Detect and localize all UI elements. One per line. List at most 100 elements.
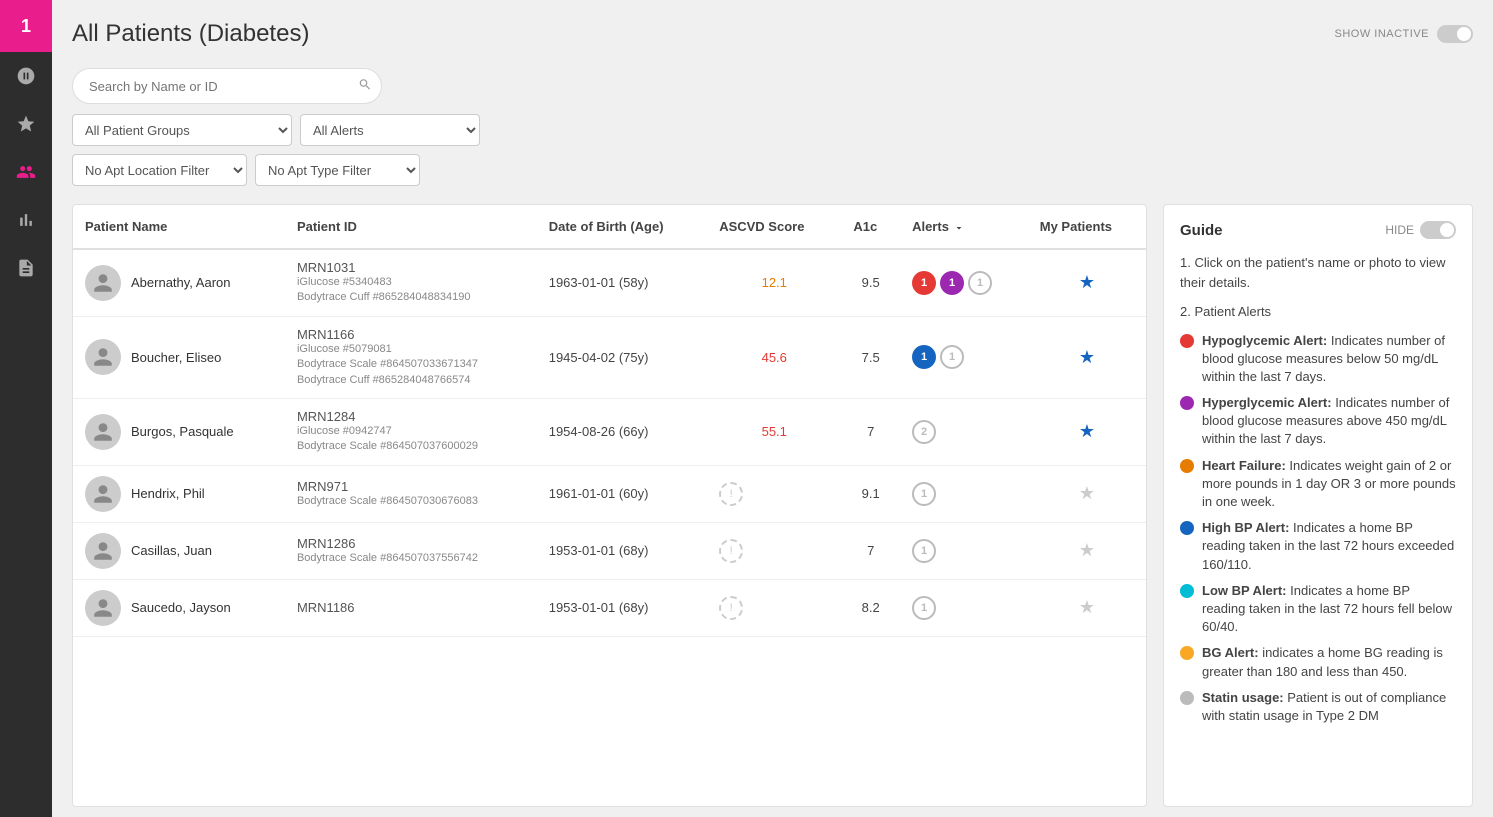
my-patients-star-empty[interactable]: ★	[1079, 540, 1095, 560]
search-box	[72, 68, 382, 104]
alert-badge-gray: 1	[940, 345, 964, 369]
alert-badge-gray-num: 1	[912, 596, 936, 620]
search-input[interactable]	[72, 68, 382, 104]
alert-legend: Hypoglycemic Alert: Indicates number of …	[1180, 332, 1456, 726]
sidebar-icon-dashboard[interactable]	[0, 52, 52, 100]
hide-toggle-area: HIDE	[1385, 221, 1456, 239]
table-row[interactable]: Saucedo, Jayson MRN11861953-01-01 (68y)!…	[73, 579, 1146, 636]
alert-badge-gray-num: 2	[912, 420, 936, 444]
patient-name-cell: Abernathy, Aaron	[73, 249, 285, 316]
patient-id-cell: MRN1186	[285, 579, 537, 636]
ascvd-empty: !	[719, 596, 743, 620]
show-inactive-toggle[interactable]	[1437, 25, 1473, 43]
col-a1c: A1c	[841, 205, 900, 249]
table-header-row: Patient Name Patient ID Date of Birth (A…	[73, 205, 1146, 249]
patient-dob: 1954-08-26 (66y)	[537, 398, 707, 465]
patient-alerts: 11	[900, 316, 1028, 398]
col-alerts: Alerts	[900, 205, 1028, 249]
guide-hide-toggle[interactable]	[1420, 221, 1456, 239]
patient-alerts: 1	[900, 522, 1028, 579]
my-patients-star-empty[interactable]: ★	[1079, 597, 1095, 617]
patient-alerts: 1	[900, 465, 1028, 522]
my-patients-cell: ★	[1028, 465, 1146, 522]
patient-name[interactable]: Hendrix, Phil	[131, 486, 205, 501]
sidebar-icon-documents[interactable]	[0, 244, 52, 292]
my-patients-star-empty[interactable]: ★	[1079, 483, 1095, 503]
patient-id-cell: MRN971Bodytrace Scale #864507030676083	[285, 465, 537, 522]
patient-name-cell: Hendrix, Phil	[73, 465, 285, 522]
patient-name[interactable]: Burgos, Pasquale	[131, 424, 234, 439]
guide-title: Guide	[1180, 222, 1223, 239]
patient-id-cell: MRN1284iGlucose #0942747Bodytrace Scale …	[285, 398, 537, 465]
patient-name[interactable]: Casillas, Juan	[131, 543, 212, 558]
sidebar-icon-patients[interactable]	[0, 148, 52, 196]
patient-groups-select[interactable]: All Patient Groups	[72, 114, 292, 146]
apt-location-select[interactable]: No Apt Location Filter	[72, 154, 247, 186]
filter-row-1: All Patient Groups All Alerts	[72, 114, 1473, 146]
patient-a1c: 7	[841, 398, 900, 465]
sidebar-icon-analytics[interactable]	[0, 196, 52, 244]
ascvd-empty: !	[719, 482, 743, 506]
guide-panel: Guide HIDE 1. Click on the patient's nam…	[1163, 204, 1473, 807]
sidebar-icon-favorites[interactable]	[0, 100, 52, 148]
legend-statin: Statin usage: Patient is out of complian…	[1180, 689, 1456, 725]
patient-table: Patient Name Patient ID Date of Birth (A…	[73, 205, 1146, 637]
table-row[interactable]: Burgos, Pasquale MRN1284iGlucose #094274…	[73, 398, 1146, 465]
patient-dob: 1953-01-01 (68y)	[537, 579, 707, 636]
patient-alerts: 1	[900, 579, 1028, 636]
patient-avatar	[85, 414, 121, 450]
main-content: All Patients (Diabetes) SHOW INACTIVE Al…	[52, 0, 1493, 817]
patient-ascvd: 55.1	[707, 398, 841, 465]
guide-step-2: 2. Patient Alerts	[1180, 302, 1456, 322]
patient-avatar	[85, 590, 121, 626]
alert-badge-red: 1	[912, 271, 936, 295]
content-wrapper: Patient Name Patient ID Date of Birth (A…	[52, 204, 1493, 817]
my-patients-star-filled[interactable]: ★	[1079, 347, 1095, 367]
header-bar: All Patients (Diabetes) SHOW INACTIVE	[52, 0, 1493, 58]
col-dob: Date of Birth (Age)	[537, 205, 707, 249]
patient-table-container: Patient Name Patient ID Date of Birth (A…	[72, 204, 1147, 807]
patient-name[interactable]: Saucedo, Jayson	[131, 600, 231, 615]
page-title: All Patients (Diabetes)	[72, 20, 309, 48]
legend-dot-red	[1180, 334, 1194, 348]
col-my-patients: My Patients	[1028, 205, 1146, 249]
patient-dob: 1953-01-01 (68y)	[537, 522, 707, 579]
my-patients-cell: ★	[1028, 316, 1146, 398]
legend-dot-gray	[1180, 691, 1194, 705]
table-row[interactable]: Abernathy, Aaron MRN1031iGlucose #534048…	[73, 249, 1146, 316]
patient-alerts: 111	[900, 249, 1028, 316]
patient-dob: 1961-01-01 (60y)	[537, 465, 707, 522]
patient-dob: 1945-04-02 (75y)	[537, 316, 707, 398]
col-patient-id: Patient ID	[285, 205, 537, 249]
patient-name[interactable]: Boucher, Eliseo	[131, 350, 221, 365]
apt-type-select[interactable]: No Apt Type Filter	[255, 154, 420, 186]
patient-name-cell: Burgos, Pasquale	[73, 398, 285, 465]
filter-row-2: No Apt Location Filter No Apt Type Filte…	[72, 154, 1473, 186]
patient-a1c: 9.1	[841, 465, 900, 522]
ascvd-empty: !	[719, 539, 743, 563]
legend-dot-yellow	[1180, 646, 1194, 660]
patient-ascvd: !	[707, 465, 841, 522]
alert-badge-gray-num: 1	[912, 539, 936, 563]
my-patients-star-filled[interactable]: ★	[1079, 421, 1095, 441]
patient-avatar	[85, 476, 121, 512]
patient-ascvd: !	[707, 579, 841, 636]
alerts-select[interactable]: All Alerts	[300, 114, 480, 146]
search-button[interactable]	[358, 78, 372, 95]
table-row[interactable]: Casillas, Juan MRN1286Bodytrace Scale #8…	[73, 522, 1146, 579]
show-inactive-label: SHOW INACTIVE	[1334, 28, 1429, 40]
app-logo[interactable]: 1	[0, 0, 52, 52]
my-patients-cell: ★	[1028, 579, 1146, 636]
show-inactive-toggle-area: SHOW INACTIVE	[1334, 25, 1473, 43]
patient-name-cell: Saucedo, Jayson	[73, 579, 285, 636]
legend-heart-failure: Heart Failure: Indicates weight gain of …	[1180, 457, 1456, 512]
patient-id-cell: MRN1286Bodytrace Scale #864507037556742	[285, 522, 537, 579]
patient-a1c: 7.5	[841, 316, 900, 398]
table-row[interactable]: Boucher, Eliseo MRN1166iGlucose #5079081…	[73, 316, 1146, 398]
patient-name[interactable]: Abernathy, Aaron	[131, 275, 231, 290]
patient-ascvd: 45.6	[707, 316, 841, 398]
alert-badge-purple: 1	[940, 271, 964, 295]
table-row[interactable]: Hendrix, Phil MRN971Bodytrace Scale #864…	[73, 465, 1146, 522]
patient-avatar	[85, 265, 121, 301]
my-patients-star-filled[interactable]: ★	[1079, 272, 1095, 292]
